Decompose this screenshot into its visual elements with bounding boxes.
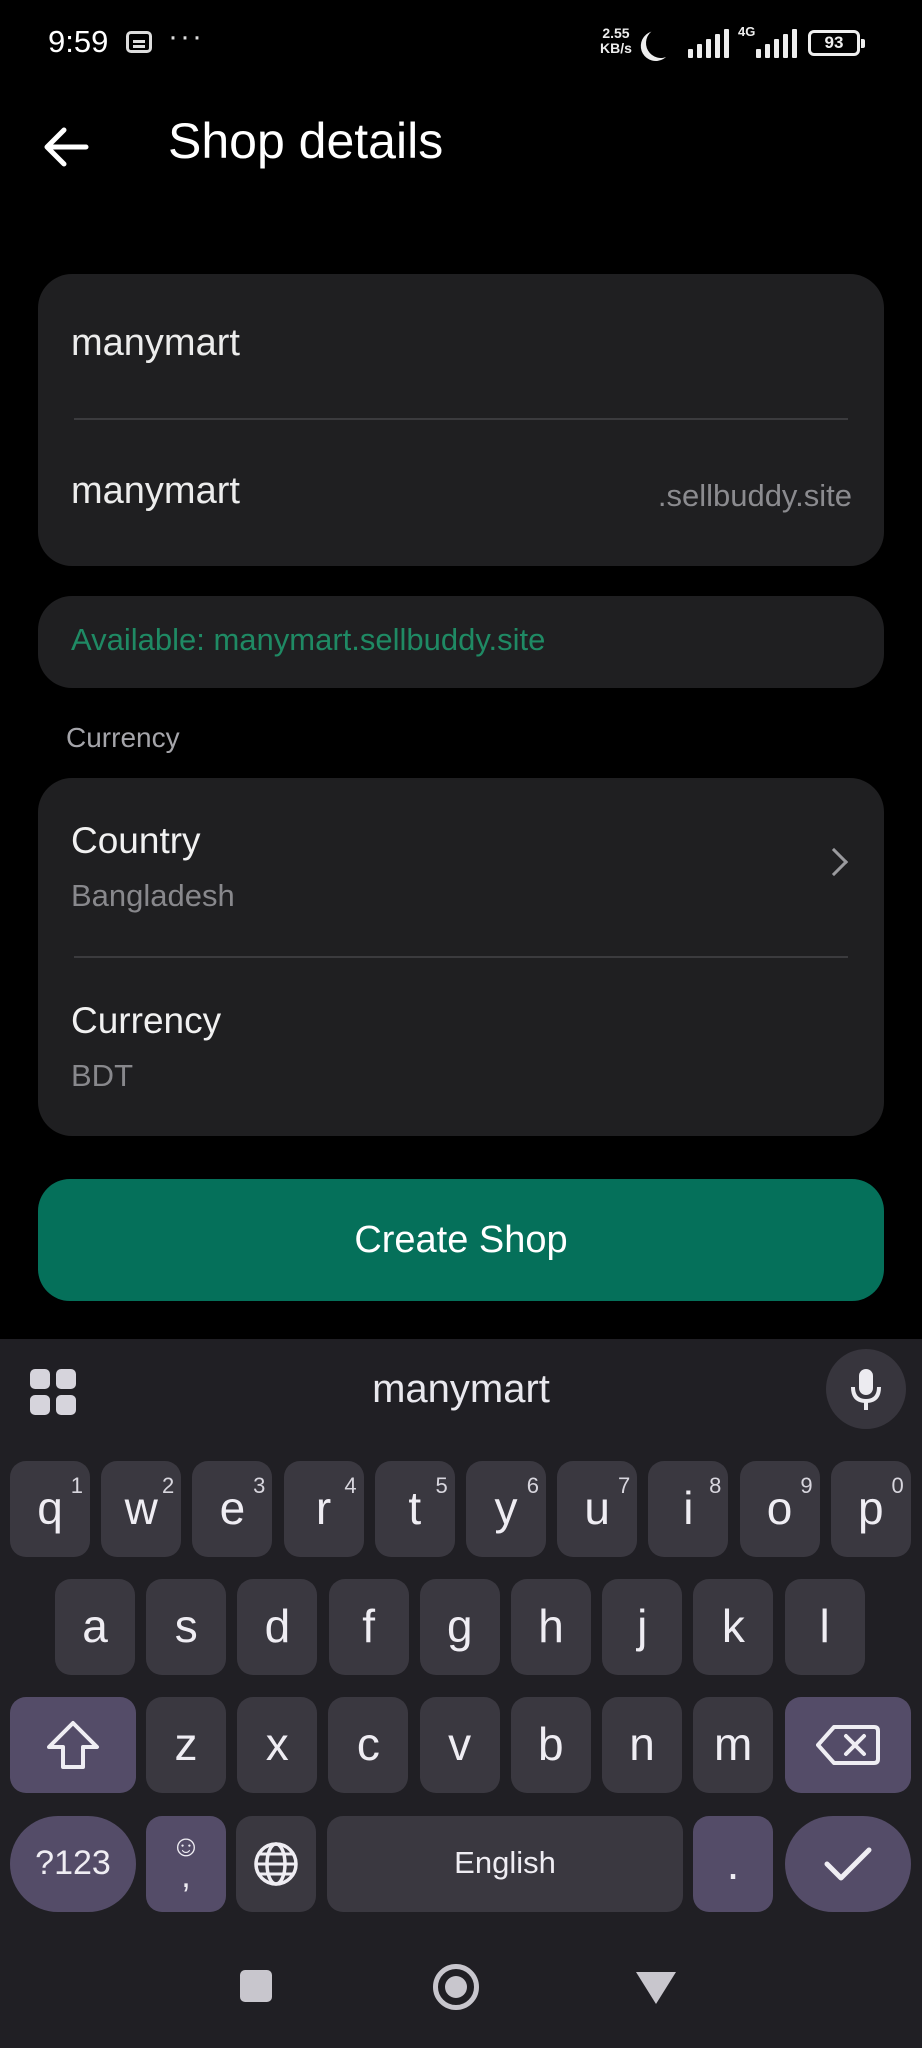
key-l[interactable]: l bbox=[784, 1579, 865, 1675]
domain-suffix: .sellbuddy.site bbox=[657, 478, 852, 513]
symbols-key[interactable]: ?123 bbox=[10, 1816, 136, 1912]
network-speed: 2.55 KB/s bbox=[600, 25, 632, 56]
currency-title: Currency bbox=[71, 1000, 222, 1041]
key-a[interactable]: a bbox=[55, 1579, 135, 1675]
create-shop-button[interactable]: Create Shop bbox=[38, 1179, 884, 1301]
key-f[interactable]: f bbox=[328, 1579, 409, 1675]
currency-card: Country Bangladesh Currency BDT bbox=[38, 778, 884, 1136]
divider bbox=[74, 418, 848, 420]
key-p[interactable]: p0 bbox=[830, 1461, 911, 1557]
key-j[interactable]: j bbox=[602, 1579, 683, 1675]
shift-key[interactable] bbox=[10, 1697, 136, 1793]
period-key[interactable]: . bbox=[693, 1816, 773, 1912]
availability-status: Available: manymart.sellbuddy.site bbox=[71, 622, 546, 657]
key-q[interactable]: q1 bbox=[10, 1461, 90, 1557]
microphone-icon bbox=[851, 1369, 881, 1410]
key-w[interactable]: w2 bbox=[101, 1461, 182, 1557]
checkmark-icon bbox=[824, 1847, 872, 1881]
back-nav-icon[interactable] bbox=[636, 1972, 676, 2004]
do-not-disturb-icon bbox=[641, 23, 682, 64]
message-notification-icon bbox=[126, 31, 152, 53]
key-t[interactable]: t5 bbox=[374, 1461, 455, 1557]
navigation-bar bbox=[0, 1930, 922, 2048]
key-d[interactable]: d bbox=[237, 1579, 318, 1675]
key-g[interactable]: g bbox=[419, 1579, 500, 1675]
key-c[interactable]: c bbox=[328, 1697, 409, 1793]
globe-icon bbox=[254, 1842, 298, 1886]
key-r[interactable]: r4 bbox=[283, 1461, 364, 1557]
home-icon[interactable] bbox=[433, 1964, 479, 2010]
language-key[interactable] bbox=[236, 1816, 316, 1912]
status-bar: 9:59 ··· 2.55 KB/s 4G 93 bbox=[0, 0, 922, 86]
shop-name-field[interactable]: manymart bbox=[71, 322, 240, 365]
done-key[interactable] bbox=[785, 1816, 911, 1912]
subdomain-input[interactable]: manymart bbox=[71, 470, 240, 513]
key-h[interactable]: h bbox=[511, 1579, 591, 1675]
divider bbox=[74, 956, 848, 958]
page-title: Shop details bbox=[168, 113, 444, 169]
more-notifications-icon: ··· bbox=[168, 20, 204, 53]
section-label-currency: Currency bbox=[66, 722, 180, 753]
key-e[interactable]: e3 bbox=[192, 1461, 273, 1557]
country-title: Country bbox=[71, 820, 201, 861]
backspace-icon bbox=[816, 1725, 880, 1765]
back-button[interactable] bbox=[36, 116, 98, 178]
signal-4g-icon bbox=[756, 28, 798, 58]
availability-box: Available: manymart.sellbuddy.site bbox=[38, 596, 884, 688]
shift-icon bbox=[47, 1721, 99, 1769]
microphone-button[interactable] bbox=[826, 1349, 906, 1429]
arrow-left-icon bbox=[44, 127, 89, 167]
key-z[interactable]: z bbox=[146, 1697, 226, 1793]
status-time: 9:59 bbox=[48, 24, 109, 59]
space-key[interactable]: English bbox=[327, 1816, 683, 1912]
country-value: Bangladesh bbox=[71, 878, 235, 913]
network-type: 4G bbox=[738, 24, 756, 39]
key-s[interactable]: s bbox=[146, 1579, 227, 1675]
key-n[interactable]: n bbox=[602, 1697, 682, 1793]
currency-value: BDT bbox=[71, 1058, 133, 1093]
country-row[interactable]: Country Bangladesh bbox=[38, 778, 884, 956]
key-k[interactable]: k bbox=[693, 1579, 774, 1675]
chevron-right-icon bbox=[819, 847, 849, 877]
recent-apps-icon[interactable] bbox=[240, 1970, 272, 2002]
key-u[interactable]: u7 bbox=[557, 1461, 638, 1557]
key-b[interactable]: b bbox=[510, 1697, 591, 1793]
signal-icon bbox=[688, 28, 730, 58]
key-o[interactable]: o9 bbox=[739, 1461, 820, 1557]
key-x[interactable]: x bbox=[237, 1697, 318, 1793]
key-y[interactable]: y6 bbox=[466, 1461, 546, 1557]
backspace-key[interactable] bbox=[785, 1697, 911, 1793]
key-m[interactable]: m bbox=[693, 1697, 774, 1793]
shop-info-card: manymart manymart .sellbuddy.site bbox=[38, 274, 884, 566]
emoji-comma-key[interactable]: ☺ , bbox=[146, 1816, 226, 1912]
battery-icon: 93 bbox=[808, 30, 865, 56]
key-i[interactable]: i8 bbox=[648, 1461, 729, 1557]
key-v[interactable]: v bbox=[419, 1697, 500, 1793]
keyboard-suggestion[interactable]: manymart bbox=[0, 1367, 922, 1412]
